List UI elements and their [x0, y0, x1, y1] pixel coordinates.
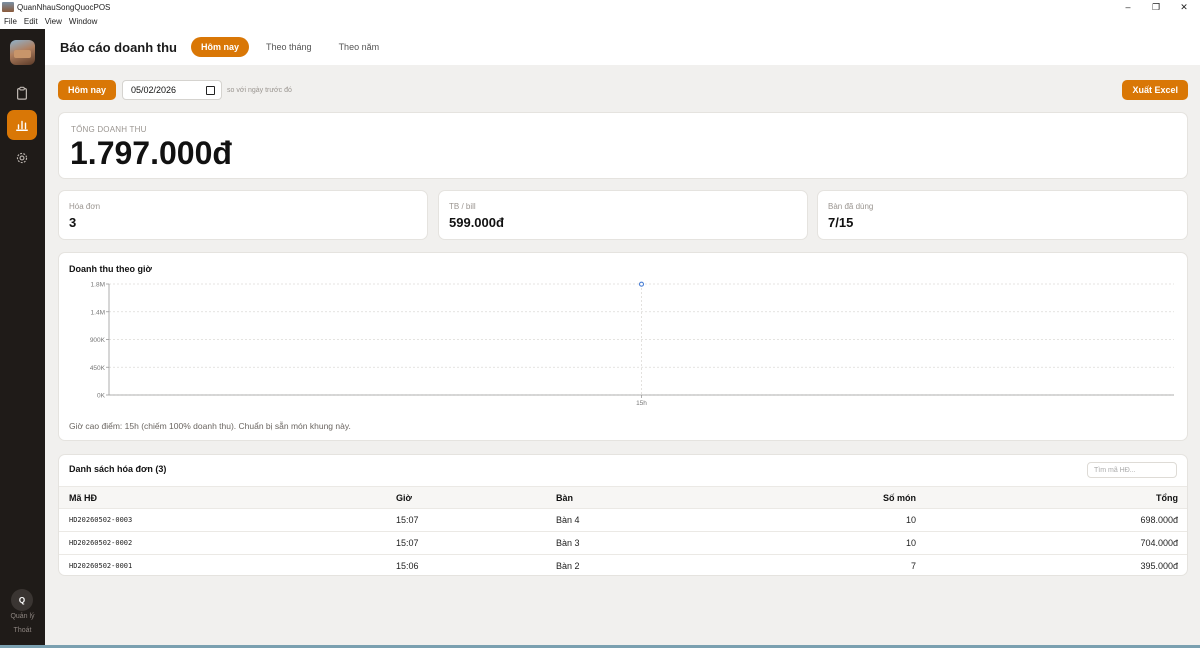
stat-label: TB / bill	[449, 202, 476, 211]
table-row[interactable]: HD20260502-0002 15:07 Bàn 3 10 704.000đ	[59, 531, 1187, 555]
invoice-total: 698.000đ	[926, 508, 1187, 532]
compare-text: so với ngày trước đó	[227, 86, 292, 94]
col-invoice-id[interactable]: Mã HĐ	[59, 486, 386, 509]
invoice-id: HD20260502-0001	[59, 554, 386, 575]
hourly-revenue-card: Doanh thu theo giờ 0K 450K 900K 1.4M 1.8M 15h…	[58, 252, 1188, 441]
invoice-table-name: Bàn 4	[546, 508, 746, 532]
menu-window[interactable]: Window	[69, 17, 97, 26]
invoice-id: HD20260502-0003	[59, 508, 386, 532]
invoice-item-count: 10	[746, 531, 926, 555]
app-icon	[2, 2, 14, 12]
nav-reports[interactable]	[7, 110, 37, 140]
y-tick-label: 900K	[90, 337, 106, 344]
bar-chart-icon	[16, 120, 28, 131]
invoice-list-title: Danh sách hóa đơn (3)	[69, 464, 167, 474]
invoice-item-count: 7	[746, 554, 926, 575]
invoice-search-input[interactable]: Tìm mã HĐ...	[1087, 462, 1177, 478]
page-title: Báo cáo doanh thu	[60, 39, 177, 55]
window-titlebar: QuanNhauSongQuocPOS – ❐ ✕	[0, 0, 1200, 14]
invoice-id: HD20260502-0002	[59, 531, 386, 555]
maximize-button[interactable]: ❐	[1144, 0, 1168, 14]
filter-toolbar: Hôm nay 05/02/2026 so với ngày trước đó …	[58, 80, 1188, 100]
tab-year[interactable]: Theo năm	[329, 37, 390, 57]
col-table[interactable]: Bàn	[546, 486, 746, 509]
gear-icon	[16, 152, 28, 164]
invoice-table: Mã HĐ Giờ Bàn Số món Tổng HD20260502-000…	[59, 486, 1187, 575]
stat-card-tables: Bàn đã dùng 7/15	[817, 190, 1188, 240]
menu-bar: File Edit View Window	[0, 14, 1200, 29]
tab-today[interactable]: Hôm nay	[191, 37, 250, 57]
table-header-row: Mã HĐ Giờ Bàn Số món Tổng	[59, 486, 1187, 509]
total-revenue-card: TỔNG DOANH THU 1.797.000đ	[58, 112, 1188, 179]
peak-hour-note: Giờ cao điểm: 15h (chiếm 100% doanh thu)…	[69, 421, 351, 431]
tab-month[interactable]: Theo tháng	[256, 37, 322, 57]
page-header: Báo cáo doanh thu Hôm nay Theo tháng The…	[45, 29, 1200, 65]
export-excel-button[interactable]: Xuất Excel	[1122, 80, 1188, 100]
y-tick-label: 1.4M	[91, 309, 105, 316]
stat-value: 7/15	[828, 215, 854, 230]
col-item-count[interactable]: Số món	[746, 486, 926, 509]
invoice-list-card: Danh sách hóa đơn (3) Tìm mã HĐ... Mã HĐ…	[58, 454, 1188, 576]
invoice-time: 15:07	[386, 508, 546, 532]
data-point	[638, 281, 645, 287]
x-tick-label: 15h	[636, 400, 647, 407]
invoice-time: 15:06	[386, 554, 546, 575]
close-button[interactable]: ✕	[1172, 0, 1196, 14]
user-role: Quản lý	[10, 613, 35, 620]
stat-value: 3	[69, 215, 77, 230]
stat-card-invoices: Hóa đơn 3	[58, 190, 428, 240]
calendar-icon[interactable]	[206, 86, 216, 95]
nav-orders[interactable]	[7, 78, 37, 108]
y-tick-label: 1.8M	[91, 282, 105, 289]
invoice-table-name: Bàn 3	[546, 531, 746, 555]
invoice-time: 15:07	[386, 531, 546, 555]
user-avatar[interactable]: Q	[11, 589, 33, 611]
table-row[interactable]: HD20260502-0001 15:06 Bàn 2 7 395.000đ	[59, 554, 1187, 575]
sidebar: Q Quản lý Thoát	[0, 29, 45, 648]
stat-label: Bàn đã dùng	[828, 202, 874, 211]
clipboard-icon	[17, 86, 27, 100]
today-button[interactable]: Hôm nay	[58, 80, 117, 100]
stat-label: Hóa đơn	[69, 202, 101, 211]
y-tick-label: 450K	[90, 365, 106, 372]
date-picker[interactable]: 05/02/2026	[122, 80, 223, 100]
menu-edit[interactable]: Edit	[24, 17, 38, 26]
total-revenue-label: TỔNG DOANH THU	[71, 125, 147, 134]
stat-card-average: TB / bill 599.000đ	[438, 190, 808, 240]
invoice-table-name: Bàn 2	[546, 554, 746, 575]
invoice-total: 704.000đ	[926, 531, 1187, 555]
menu-file[interactable]: File	[4, 17, 17, 26]
table-row[interactable]: HD20260502-0003 15:07 Bàn 4 10 698.000đ	[59, 508, 1187, 532]
col-time[interactable]: Giờ	[386, 486, 546, 509]
total-revenue-value: 1.797.000đ	[70, 135, 232, 171]
date-value: 05/02/2026	[131, 85, 177, 95]
hourly-revenue-chart: 0K 450K 900K 1.4M 1.8M 15h	[90, 281, 1174, 407]
nav-settings[interactable]	[7, 143, 37, 173]
minimize-button[interactable]: –	[1116, 0, 1140, 14]
stat-value: 599.000đ	[449, 215, 504, 230]
invoice-total: 395.000đ	[926, 554, 1187, 575]
window-title: QuanNhauSongQuocPOS	[17, 2, 111, 12]
logout-link[interactable]: Thoát	[0, 627, 45, 634]
menu-view[interactable]: View	[45, 17, 62, 26]
y-tick-label: 0K	[97, 393, 106, 400]
col-total[interactable]: Tổng	[926, 486, 1187, 509]
invoice-item-count: 10	[746, 508, 926, 532]
restaurant-logo[interactable]	[10, 40, 35, 65]
